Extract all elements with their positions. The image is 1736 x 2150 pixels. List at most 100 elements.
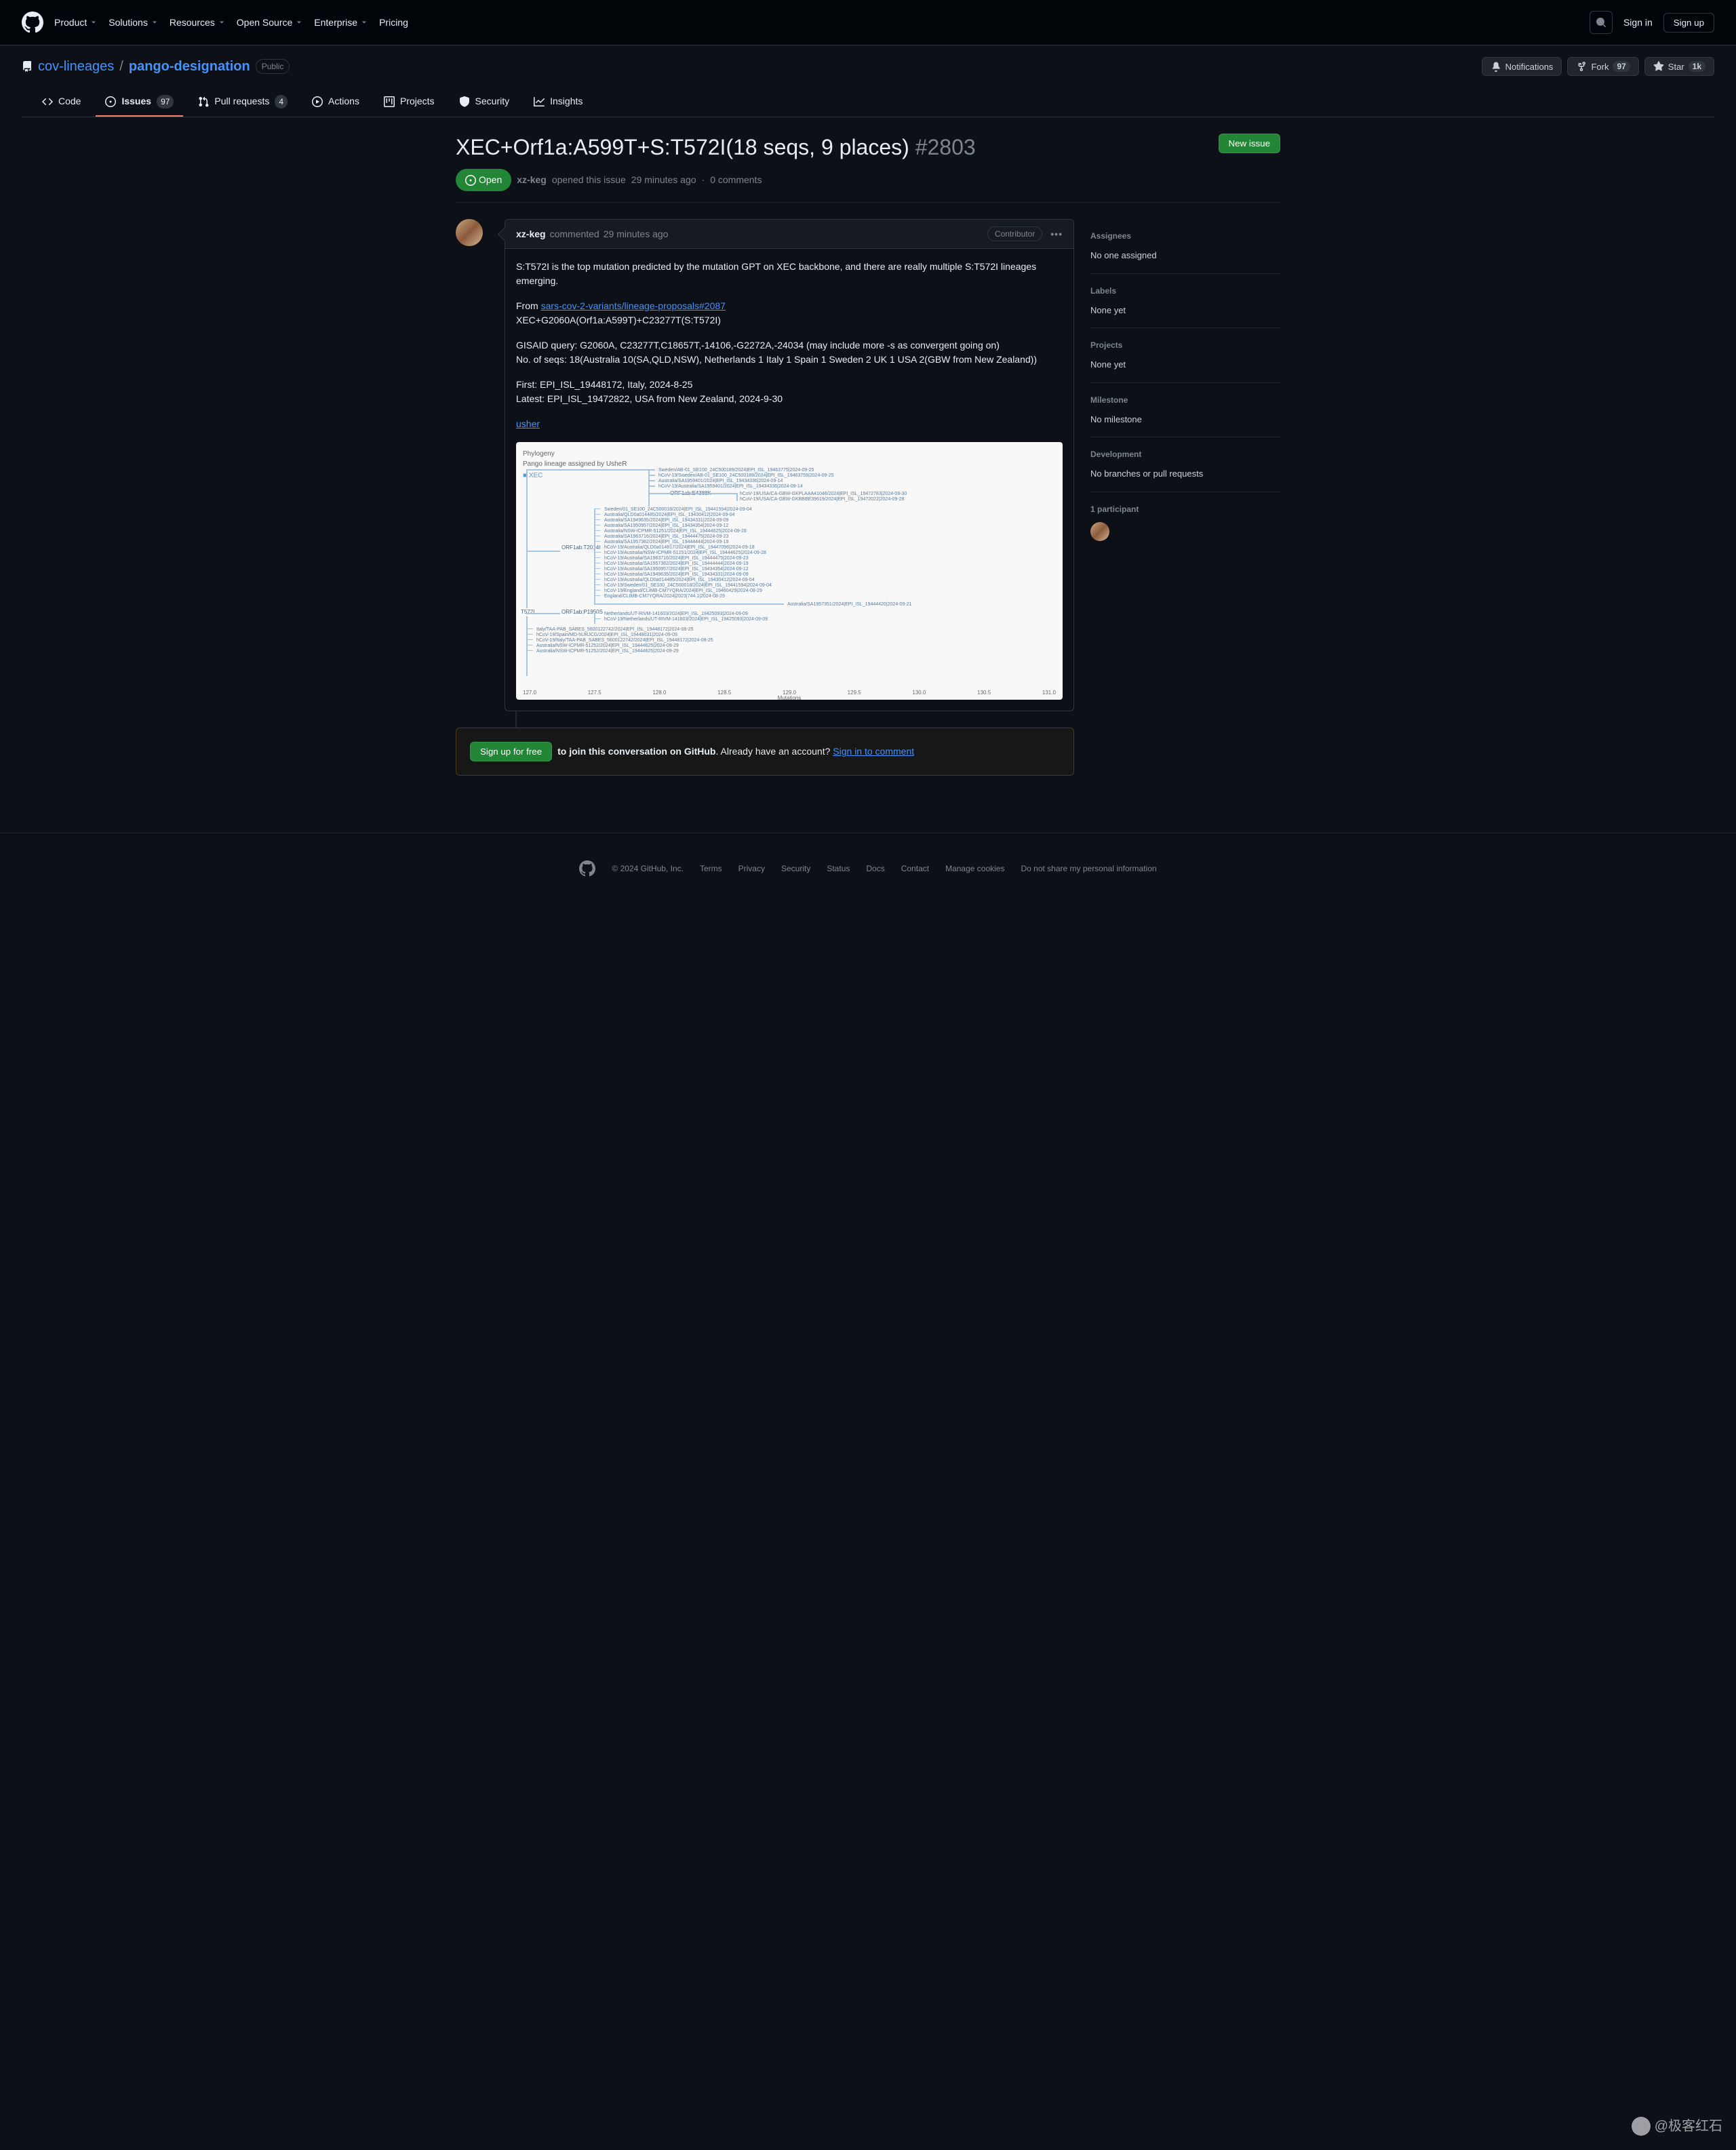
comment-p4: First: EPI_ISL_19448172, Italy, 2024-8-2…	[516, 378, 1063, 406]
bell-icon	[1491, 61, 1501, 72]
tab-pull-requests[interactable]: Pull requests4	[189, 87, 297, 117]
participant-avatar[interactable]	[1090, 522, 1109, 541]
search-button[interactable]	[1590, 11, 1613, 34]
tab-code[interactable]: Code	[33, 87, 90, 117]
star-icon	[1653, 61, 1664, 72]
play-icon	[312, 96, 323, 107]
project-icon	[384, 96, 395, 107]
issue-number: #2803	[915, 135, 976, 159]
sign-in-link[interactable]: Sign in	[1623, 16, 1653, 30]
footer-status[interactable]: Status	[827, 862, 850, 875]
weibo-icon	[1632, 2117, 1651, 2136]
chevron-down-icon	[360, 18, 368, 26]
issue-state-badge: Open	[456, 169, 511, 191]
tab-insights[interactable]: Insights	[524, 87, 592, 117]
sidebar-labels[interactable]: Labels None yet	[1090, 274, 1280, 329]
issue-title: XEC+Orf1a:A599T+S:T572I(18 seqs, 9 place…	[456, 134, 976, 161]
nav-pricing[interactable]: Pricing	[379, 16, 408, 30]
axis: 127.0 127.5 128.0 128.5 129.0 129.5 130.…	[523, 689, 1056, 697]
sidebar-projects[interactable]: Projects None yet	[1090, 328, 1280, 383]
nav-product[interactable]: Product	[54, 16, 98, 30]
issue-icon	[105, 96, 116, 107]
sidebar-development[interactable]: Development No branches or pull requests	[1090, 437, 1280, 492]
nav-resources[interactable]: Resources	[170, 16, 226, 30]
repo-separator: /	[119, 56, 123, 77]
signup-free-button[interactable]: Sign up for free	[470, 742, 552, 761]
repo-owner-link[interactable]: cov-lineages	[38, 56, 114, 77]
fork-count: 97	[1613, 61, 1630, 72]
phylogeny-image[interactable]: Phylogeny Pango lineage assigned by Ushe…	[516, 442, 1063, 700]
tab-security[interactable]: Security	[450, 87, 519, 117]
footer-security[interactable]: Security	[781, 862, 810, 875]
comment-p3: GISAID query: G2060A, C23277T,C18657T,-1…	[516, 338, 1063, 367]
github-logo-icon[interactable]	[22, 12, 43, 33]
footer-terms[interactable]: Terms	[700, 862, 722, 875]
tab-projects[interactable]: Projects	[374, 87, 444, 117]
repo-title: cov-lineages / pango-designation Public	[22, 56, 290, 77]
fork-button[interactable]: Fork97	[1567, 57, 1638, 76]
issue-header: XEC+Orf1a:A599T+S:T572I(18 seqs, 9 place…	[456, 134, 1280, 203]
lineage-proposals-link[interactable]: sars-cov-2-variants/lineage-proposals#20…	[541, 300, 726, 311]
repo-header: cov-lineages / pango-designation Public …	[0, 45, 1736, 117]
comment-author-avatar[interactable]	[456, 219, 483, 246]
tab-issues[interactable]: Issues97	[96, 87, 183, 117]
chevron-down-icon	[295, 18, 303, 26]
usher-link[interactable]: usher	[516, 418, 540, 429]
sidebar-assignees[interactable]: Assignees No one assigned	[1090, 219, 1280, 274]
tree-canvas: ORF1ab:E4388K Sweden/AB-01_SE100_24C5001…	[523, 462, 1056, 683]
shield-icon	[459, 96, 470, 107]
new-issue-button[interactable]: New issue	[1219, 134, 1280, 153]
watermark: @极客红石	[1632, 2116, 1722, 2136]
nav-solutions[interactable]: Solutions	[108, 16, 159, 30]
footer-docs[interactable]: Docs	[866, 862, 884, 875]
comment-time[interactable]: 29 minutes ago	[604, 227, 669, 241]
global-nav: Product Solutions Resources Open Source …	[54, 16, 408, 30]
nav-enterprise[interactable]: Enterprise	[314, 16, 368, 30]
timeline: xz-keg commented 29 minutes ago Contribu…	[456, 219, 1074, 711]
sidebar-milestone[interactable]: Milestone No milestone	[1090, 383, 1280, 438]
issue-main: xz-keg commented 29 minutes ago Contribu…	[456, 219, 1074, 776]
tab-actions[interactable]: Actions	[302, 87, 369, 117]
notifications-button[interactable]: Notifications	[1482, 57, 1562, 76]
issue-open-icon	[465, 175, 476, 186]
repo-tabs: Code Issues97 Pull requests4 Actions Pro…	[22, 87, 1714, 117]
comment-p5: usher	[516, 417, 1063, 431]
footer-dnsmpi[interactable]: Do not share my personal information	[1021, 862, 1156, 875]
footer-privacy[interactable]: Privacy	[738, 862, 765, 875]
search-icon	[1596, 17, 1606, 28]
comment-body: S:T572I is the top mutation predicted by…	[505, 249, 1073, 711]
issue-author-link[interactable]: xz-keg	[517, 173, 547, 187]
chevron-down-icon	[151, 18, 159, 26]
sign-in-to-comment-link[interactable]: Sign in to comment	[833, 746, 914, 757]
pr-icon	[198, 96, 209, 107]
footer-contact[interactable]: Contact	[901, 862, 929, 875]
comment-p2: From sars-cov-2-variants/lineage-proposa…	[516, 299, 1063, 327]
repo-name-link[interactable]: pango-designation	[129, 56, 250, 77]
repo-actions: Notifications Fork97 Star1k	[1482, 57, 1714, 76]
comment-p1: S:T572I is the top mutation predicted by…	[516, 260, 1063, 288]
issue-layout: xz-keg commented 29 minutes ago Contribu…	[456, 219, 1280, 776]
visibility-badge: Public	[256, 59, 290, 74]
sidebar-participants: 1 participant	[1090, 492, 1280, 552]
main-container: XEC+Orf1a:A599T+S:T572I(18 seqs, 9 place…	[434, 117, 1302, 792]
sign-up-button[interactable]: Sign up	[1663, 13, 1714, 33]
comment-header: xz-keg commented 29 minutes ago Contribu…	[505, 220, 1073, 249]
comment-box: xz-keg commented 29 minutes ago Contribu…	[505, 219, 1074, 711]
comment-author-link[interactable]: xz-keg	[516, 227, 546, 241]
global-header: Product Solutions Resources Open Source …	[0, 0, 1736, 45]
github-footer-icon[interactable]	[579, 860, 595, 877]
star-count: 1k	[1689, 61, 1705, 72]
code-icon	[42, 96, 53, 107]
copyright: © 2024 GitHub, Inc.	[612, 862, 684, 875]
graph-icon	[534, 96, 545, 107]
comment-menu-button[interactable]: •••	[1050, 227, 1063, 241]
fork-icon	[1576, 61, 1587, 72]
header-right: Sign in Sign up	[1590, 11, 1714, 34]
chevron-down-icon	[90, 18, 98, 26]
footer-cookies[interactable]: Manage cookies	[945, 862, 1004, 875]
issue-meta: Open xz-keg opened this issue 29 minutes…	[456, 169, 1280, 191]
nav-open-source[interactable]: Open Source	[237, 16, 304, 30]
star-button[interactable]: Star1k	[1644, 57, 1714, 76]
repo-icon	[22, 61, 33, 72]
footer: © 2024 GitHub, Inc. Terms Privacy Securi…	[0, 833, 1736, 904]
